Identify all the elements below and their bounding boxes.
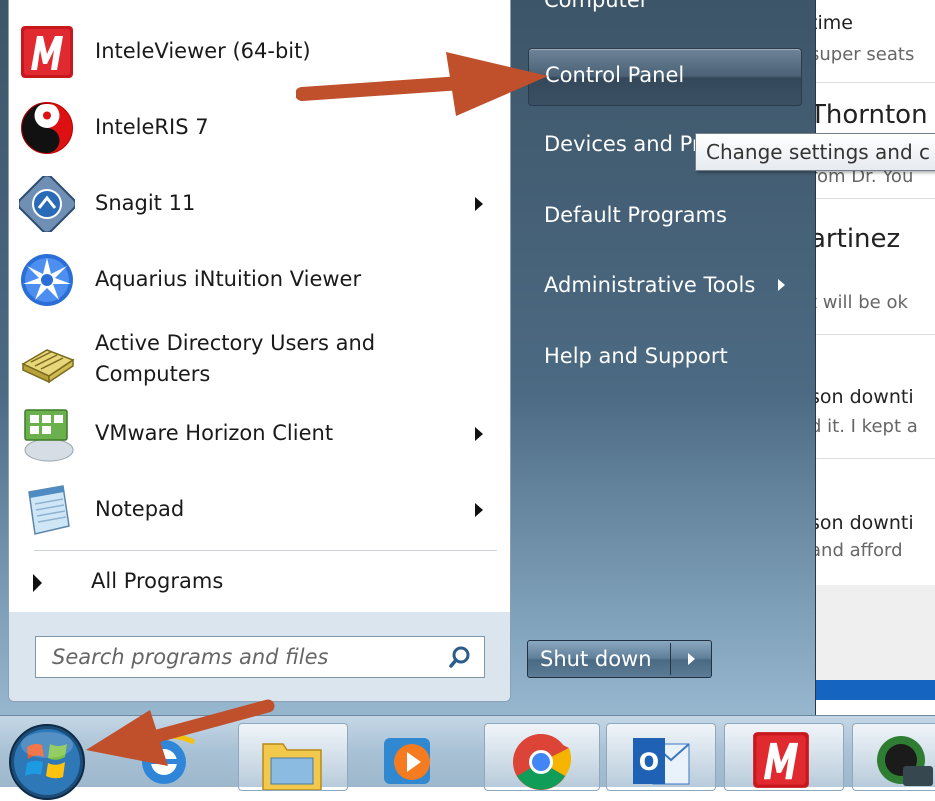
taskbar-button-outlook[interactable]: O	[606, 723, 716, 791]
bg-text-line: time	[810, 12, 853, 34]
search-box[interactable]	[35, 636, 485, 678]
annotation-arrow-icon	[86, 699, 275, 766]
chrome-icon	[513, 734, 571, 790]
bg-text-line: d it. I kept a	[810, 416, 918, 437]
taskbar-button-chrome[interactable]	[484, 723, 600, 791]
aquarius-star-icon	[21, 254, 73, 306]
bg-separator	[800, 82, 935, 83]
expand-arrow-icon	[33, 574, 42, 592]
search-input[interactable]	[52, 637, 432, 677]
bg-text-line: and afford	[810, 540, 903, 561]
right-item-label: Devices and Pr	[544, 132, 701, 156]
program-label: Notepad	[95, 497, 185, 521]
search-area	[9, 612, 510, 701]
taskbar-button-inteleviewer[interactable]	[724, 723, 844, 791]
submenu-arrow-icon	[778, 279, 785, 291]
snagit-icon	[19, 176, 75, 232]
notepad-icon	[28, 485, 70, 535]
program-notepad[interactable]: Notepad	[9, 474, 509, 546]
address-book-icon	[21, 349, 75, 384]
right-item-label: Control Panel	[545, 63, 685, 87]
right-item-administrative-tools[interactable]: Administrative Tools	[528, 259, 800, 315]
shutdown-label: Shut down	[540, 647, 652, 671]
bg-text-line: super seats	[810, 44, 915, 65]
all-programs-label: All Programs	[91, 569, 224, 593]
vmware-horizon-icon	[24, 409, 74, 462]
submenu-arrow-icon	[475, 503, 483, 517]
windows-start-orb-icon[interactable]	[8, 723, 86, 801]
program-aquarius-intuition[interactable]: Aquarius iNtuition Viewer	[9, 244, 509, 316]
shutdown-options-arrow-icon[interactable]	[688, 653, 695, 665]
inteleviewer-icon	[21, 26, 73, 78]
right-item-label: Default Programs	[544, 203, 727, 227]
svg-text:O: O	[639, 748, 659, 776]
program-label: VMware Horizon Client	[95, 421, 334, 445]
right-item-control-panel[interactable]: Control Panel	[528, 48, 802, 106]
search-icon[interactable]	[448, 645, 472, 669]
background-window: time super seats Thornton rom Dr. You ar…	[800, 0, 935, 700]
bg-text-line: Thornton	[810, 100, 928, 130]
right-item-help-and-support[interactable]: Help and Support	[528, 330, 800, 386]
annotation-arrow-icon	[296, 52, 548, 116]
program-vmware-horizon[interactable]: VMware Horizon Client	[9, 398, 509, 470]
bg-status-bar	[800, 680, 935, 700]
program-label: InteleViewer (64-bit)	[95, 39, 311, 63]
shutdown-button[interactable]: Shut down	[527, 640, 712, 678]
submenu-arrow-icon	[475, 427, 483, 441]
right-item-label: Help and Support	[544, 344, 728, 368]
inteleviewer-icon	[753, 732, 809, 788]
taskbar-button-remote-desktop[interactable]	[852, 723, 935, 791]
bg-separator	[800, 334, 935, 335]
control-panel-tooltip: Change settings and c	[695, 133, 935, 171]
bg-separator	[800, 458, 935, 459]
menu-divider	[34, 550, 497, 551]
right-item-default-programs[interactable]: Default Programs	[528, 189, 800, 245]
program-label: Computers	[95, 362, 211, 386]
bg-footer-area	[800, 585, 935, 680]
program-active-directory[interactable]: Active Directory Users and Computers	[9, 320, 509, 400]
program-label: Active Directory Users and	[95, 331, 376, 355]
program-snagit[interactable]: Snagit 11	[9, 168, 509, 240]
bg-text-line: t will be ok	[810, 292, 908, 313]
bg-separator	[800, 198, 935, 199]
right-item-label: Administrative Tools	[544, 273, 756, 297]
bg-text-line: son downti	[810, 512, 914, 534]
shutdown-separator	[670, 643, 671, 675]
program-label: Snagit 11	[95, 191, 196, 215]
program-label: InteleRIS 7	[95, 115, 209, 139]
media-player-icon[interactable]	[378, 734, 438, 786]
program-label: Aquarius iNtuition Viewer	[95, 267, 362, 291]
bg-text-line: son downti	[810, 386, 914, 408]
remote-desktop-icon	[877, 736, 933, 786]
all-programs-button[interactable]: All Programs	[9, 560, 509, 610]
bg-text-line: artinez	[810, 224, 901, 254]
tooltip-text: Change settings and c	[706, 140, 931, 164]
yin-yang-icon	[21, 102, 73, 154]
submenu-arrow-icon	[475, 197, 483, 211]
right-item-computer[interactable]: Computer	[544, 0, 648, 12]
outlook-icon: O	[633, 738, 690, 785]
